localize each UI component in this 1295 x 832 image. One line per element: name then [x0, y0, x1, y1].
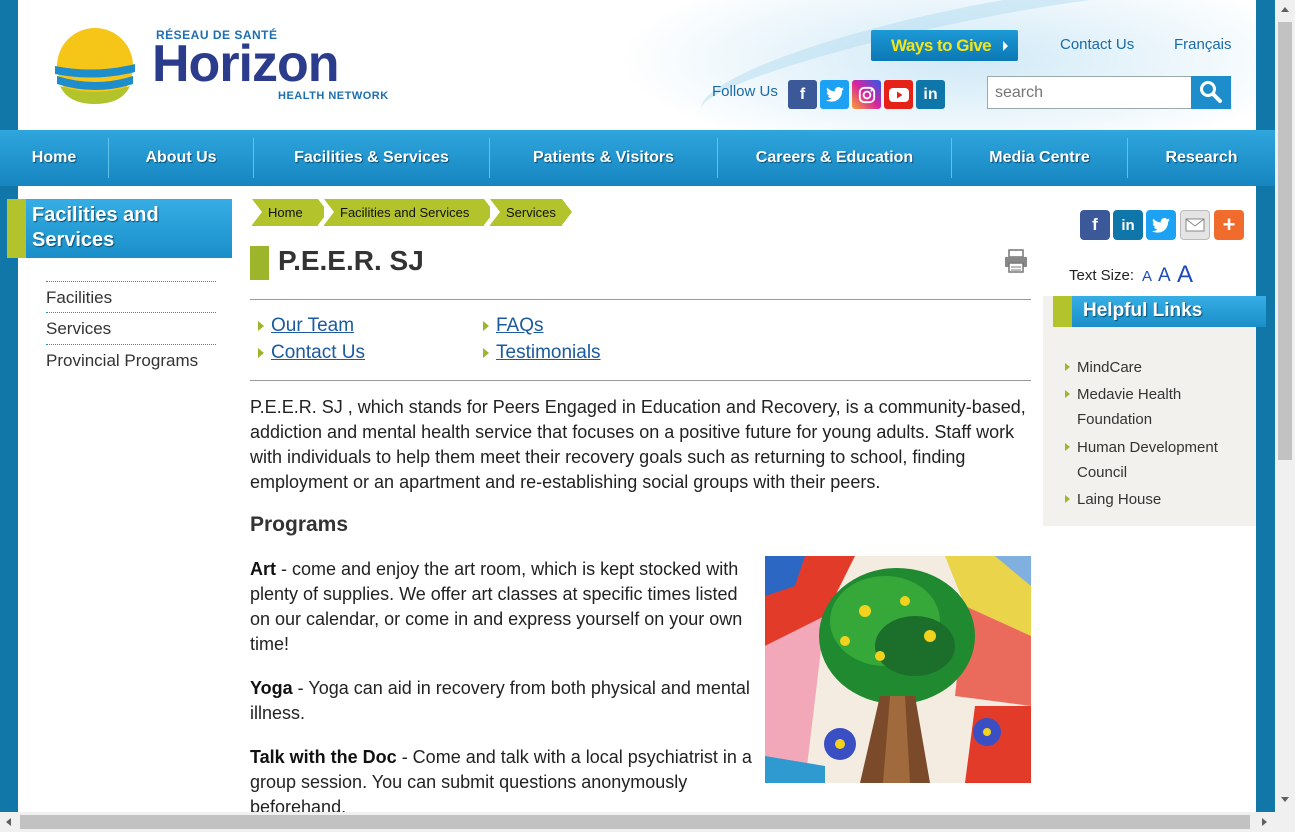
contact-us-sub-link[interactable]: Contact Us — [271, 342, 365, 364]
programs-heading: Programs — [250, 513, 349, 536]
intro-paragraph: P.E.E.R. SJ , which stands for Peers Eng… — [250, 397, 1026, 492]
vertical-scroll-thumb[interactable] — [1278, 22, 1292, 460]
bullet-arrow-icon — [483, 348, 489, 358]
text-size-large-button[interactable]: A — [1177, 261, 1193, 289]
francais-link[interactable]: Français — [1174, 36, 1232, 53]
program-art: Art - come and enjoy the art room, which… — [250, 557, 755, 657]
left-nav-item-provincial-programs[interactable]: Provincial Programs — [46, 344, 216, 375]
left-nav-heading-text: Facilities and Services — [32, 204, 159, 251]
ways-to-give-label: Ways to Give — [891, 35, 992, 55]
logo-subtitle: HEALTH NETWORK — [278, 90, 389, 102]
site-header: RÉSEAU DE SANTÉ Horizon HEALTH NETWORK W… — [18, 0, 1256, 130]
share-facebook-icon[interactable]: f — [1080, 210, 1110, 240]
nav-item-about-us[interactable]: About Us — [109, 130, 253, 186]
share-linkedin-icon[interactable]: in — [1113, 210, 1143, 240]
nav-item-careers-education[interactable]: Careers & Education — [718, 130, 951, 186]
horizontal-scrollbar[interactable] — [0, 812, 1275, 832]
chevron-right-icon — [1003, 41, 1008, 51]
search-input[interactable] — [987, 76, 1192, 109]
search-icon — [1200, 81, 1222, 103]
helpful-link-laing-house[interactable]: Laing House — [1077, 487, 1247, 512]
breadcrumb-label: Services — [506, 205, 556, 220]
nav-item-patients-visitors[interactable]: Patients & Visitors — [490, 130, 717, 186]
program-yoga: Yoga - Yoga can aid in recovery from bot… — [250, 676, 755, 726]
our-team-link[interactable]: Our Team — [271, 315, 354, 337]
breadcrumb-label: Home — [268, 205, 303, 220]
bullet-arrow-icon — [258, 348, 264, 358]
scroll-right-icon[interactable] — [1262, 818, 1267, 826]
nav-item-facilities-services[interactable]: Facilities & Services — [254, 130, 489, 186]
helpful-link-medavie[interactable]: Medavie Health Foundation — [1077, 382, 1247, 432]
page-frame: RÉSEAU DE SANTÉ Horizon HEALTH NETWORK W… — [0, 0, 1275, 812]
bullet-arrow-icon — [483, 321, 489, 331]
breadcrumb-home[interactable]: Home — [252, 199, 328, 226]
program-description: - come and enjoy the art room, which is … — [250, 559, 743, 654]
logo-mark-icon — [55, 28, 135, 104]
program-name: Yoga — [250, 678, 293, 698]
bullet-arrow-icon — [258, 321, 264, 331]
main-navigation: Home About Us Facilities & Services Pati… — [0, 130, 1275, 186]
program-name: Art — [250, 559, 276, 579]
breadcrumb-services[interactable]: Services — [490, 199, 572, 226]
bullet-arrow-icon — [1065, 363, 1070, 371]
divider — [250, 299, 1031, 300]
scrollbar-corner — [1275, 812, 1295, 832]
tree-painting-image — [765, 556, 1031, 783]
helpful-links-heading-text: Helpful Links — [1083, 300, 1203, 321]
program-description: - Yoga can aid in recovery from both phy… — [250, 678, 750, 723]
helpful-link-mindcare[interactable]: MindCare — [1077, 355, 1247, 380]
nav-item-media-centre[interactable]: Media Centre — [952, 130, 1127, 186]
bullet-arrow-icon — [1065, 495, 1070, 503]
program-name: Talk with the Doc — [250, 747, 397, 767]
horizontal-scroll-thumb[interactable] — [20, 815, 1250, 829]
breadcrumb-label: Facilities and Services — [340, 205, 470, 220]
text-size-label: Text Size: — [1069, 267, 1135, 284]
divider — [250, 380, 1031, 381]
faqs-link[interactable]: FAQs — [496, 315, 544, 337]
search-button[interactable] — [1191, 76, 1231, 109]
left-nav-item-facilities[interactable]: Facilities — [46, 281, 216, 312]
logo-wordmark: Horizon — [152, 35, 340, 93]
nav-item-research[interactable]: Research — [1128, 130, 1275, 186]
facebook-icon[interactable]: f — [788, 80, 817, 109]
scroll-left-icon[interactable] — [6, 818, 11, 826]
bullet-arrow-icon — [1065, 390, 1070, 398]
nav-item-home[interactable]: Home — [0, 130, 108, 186]
horizon-logo[interactable]: RÉSEAU DE SANTÉ Horizon HEALTH NETWORK — [50, 24, 390, 110]
contact-us-link[interactable]: Contact Us — [1060, 36, 1134, 53]
share-email-icon[interactable] — [1180, 210, 1210, 240]
vertical-scrollbar[interactable] — [1275, 0, 1295, 812]
left-nav-heading: Facilities and Services — [7, 199, 232, 258]
text-size-medium-button[interactable]: A — [1158, 265, 1171, 287]
youtube-icon[interactable] — [884, 80, 913, 109]
heading-accent-bar — [1053, 296, 1072, 327]
heading-accent-bar — [7, 199, 26, 258]
follow-us-label: Follow Us — [712, 83, 778, 100]
testimonials-link[interactable]: Testimonials — [496, 342, 601, 364]
scroll-down-icon[interactable] — [1281, 797, 1289, 802]
print-icon[interactable] — [1003, 248, 1029, 274]
helpful-links-heading: Helpful Links — [1053, 296, 1266, 327]
linkedin-icon[interactable]: in — [916, 80, 945, 109]
text-size-small-button[interactable]: A — [1142, 268, 1152, 285]
bullet-arrow-icon — [1065, 443, 1070, 451]
helpful-link-human-development[interactable]: Human Development Council — [1077, 435, 1247, 485]
share-twitter-icon[interactable] — [1146, 210, 1176, 240]
instagram-icon[interactable] — [852, 80, 881, 109]
breadcrumb-facilities-services[interactable]: Facilities and Services — [324, 199, 494, 226]
twitter-icon[interactable] — [820, 80, 849, 109]
left-nav-item-services[interactable]: Services — [46, 312, 216, 343]
program-talk-with-the-doc: Talk with the Doc - Come and talk with a… — [250, 745, 755, 812]
title-accent-bar — [250, 246, 269, 280]
scroll-up-icon[interactable] — [1281, 7, 1289, 12]
share-add-icon[interactable]: + — [1214, 210, 1244, 240]
ways-to-give-button[interactable]: Ways to Give — [871, 30, 1018, 61]
page-title: P.E.E.R. SJ — [278, 245, 424, 276]
